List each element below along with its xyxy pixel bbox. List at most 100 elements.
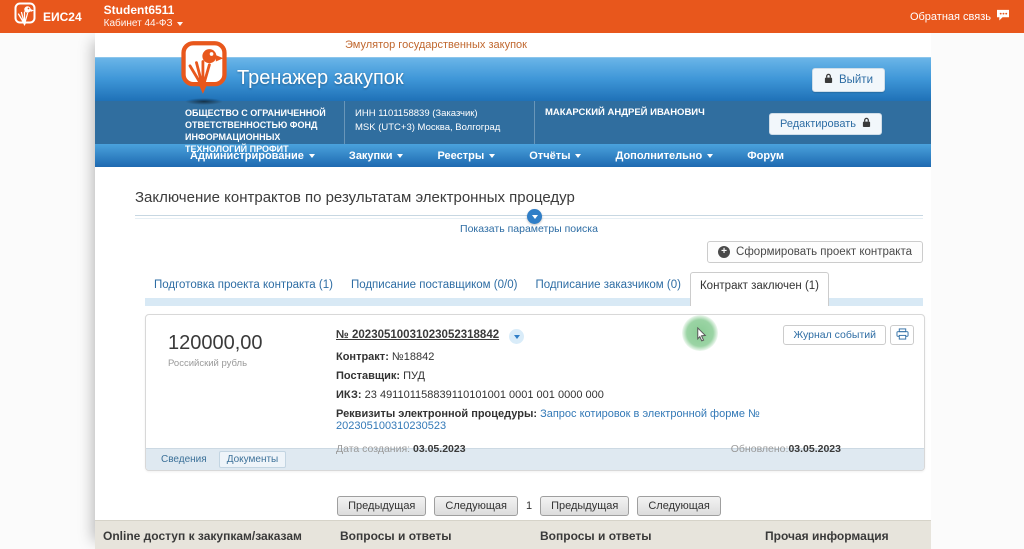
feedback-label: Обратная связь <box>909 10 991 23</box>
nav-item-registries[interactable]: Реестры <box>437 149 496 162</box>
chevron-down-icon <box>308 153 315 158</box>
chevron-down-icon <box>575 153 582 158</box>
org-timezone: MSK (UTC+3) Москва, Волгоград <box>355 122 501 134</box>
created-date: Дата создания: 03.05.2023 <box>336 443 466 455</box>
print-button[interactable] <box>890 325 914 345</box>
user-block: Student6511 Кабинет 44-ФЗ <box>104 3 183 31</box>
show-search-params-link[interactable]: Показать параметры поиска <box>460 223 598 235</box>
cabinet-label: Кабинет 44-ФЗ <box>103 17 173 29</box>
supplier-label: Поставщик: <box>336 370 401 382</box>
chevron-down-icon <box>489 153 496 158</box>
search-divider <box>135 209 923 224</box>
created-label: Дата создания: <box>336 443 411 455</box>
tab-contract-draft[interactable]: Подготовка проекта контракта (1) <box>145 272 342 306</box>
requisites-row: Реквизиты электронной процедуры: Запрос … <box>336 408 841 432</box>
plus-circle-icon: + <box>718 246 731 258</box>
lock-icon <box>862 117 871 131</box>
edit-profile-button[interactable]: Редактировать <box>769 113 882 135</box>
tabs-row: Подготовка проекта контракта (1) Подписа… <box>145 272 829 306</box>
contract-card-body: 120000,00 Российский рубль № 20230510031… <box>146 315 924 455</box>
pagination-prev-button[interactable]: Предыдущая <box>337 496 427 516</box>
ikz-value: 23 491101158839110101001 0001 001 0000 0… <box>364 389 604 401</box>
search-toggle-row: Показать параметры поиска <box>135 223 923 235</box>
pagination: Предыдущая Следующая 1 Предыдущая Следую… <box>135 496 923 516</box>
contract-label: Контракт: <box>336 351 389 363</box>
nav-label: Отчёты <box>529 149 571 162</box>
logout-button[interactable]: Выйти <box>811 68 885 92</box>
main-container: Эмулятор государственных закупок Тренаже… <box>95 33 931 549</box>
updated-value: 03.05.2023 <box>788 443 841 455</box>
contract-number-link[interactable]: № 20230510031023052318842 <box>336 329 499 341</box>
nav-item-additional[interactable]: Дополнительно <box>615 149 714 162</box>
bird-emblem-icon <box>14 2 36 31</box>
app-title: Тренажер закупок <box>237 67 404 89</box>
footer-col-faq-2[interactable]: Вопросы и ответы <box>540 529 651 543</box>
tab-customer-signing[interactable]: Подписание заказчиком (0) <box>526 272 690 306</box>
emulator-label: Эмулятор государственных закупок <box>345 39 527 51</box>
tab-supplier-signing[interactable]: Подписание поставщиком (0/0) <box>342 272 527 306</box>
username[interactable]: Student6511 <box>104 3 183 18</box>
ikz-label: ИКЗ: <box>336 389 362 401</box>
nav-item-forum[interactable]: Форум <box>747 150 784 162</box>
chevron-down-icon <box>513 334 520 339</box>
tab-contract-concluded[interactable]: Контракт заключен (1) <box>689 272 829 306</box>
nav-label: Дополнительно <box>615 149 703 162</box>
chevron-down-icon <box>397 153 404 158</box>
chevron-down-icon <box>707 153 714 158</box>
topbar-left: ЕИС24 Student6511 Кабинет 44-ФЗ <box>14 2 183 31</box>
contract-details: № 20230510031023052318842 Контракт: №188… <box>336 329 841 462</box>
contract-value: №18842 <box>391 351 435 363</box>
user-info: МАКАРСКИЙ АНДРЕЙ ИВАНОВИЧ Редактировать <box>535 101 931 144</box>
search-params-toggle-icon[interactable] <box>527 209 542 224</box>
chevron-down-icon <box>176 22 183 26</box>
create-contract-label: Сформировать проект контракта <box>736 246 912 258</box>
expand-icon[interactable] <box>509 329 525 344</box>
created-value: 03.05.2023 <box>413 443 466 455</box>
lock-icon <box>824 73 833 87</box>
feedback-link[interactable]: Обратная связь <box>910 9 1010 24</box>
nav-item-reports[interactable]: Отчёты <box>529 149 582 162</box>
footer: Online доступ к закупкам/заказам Вопросы… <box>95 520 931 549</box>
status-tabs: Подготовка проекта контракта (1) Подписа… <box>145 272 923 306</box>
footer-col-faq-1[interactable]: Вопросы и ответы <box>340 529 451 543</box>
pagination-next-button-2[interactable]: Следующая <box>637 496 721 516</box>
create-contract-button[interactable]: + Сформировать проект контракта <box>707 241 923 263</box>
nav-item-purchases[interactable]: Закупки <box>349 150 404 162</box>
printer-icon <box>896 327 909 343</box>
contract-card: 120000,00 Российский рубль № 20230510031… <box>145 314 925 471</box>
updated-date: Обновлено:03.05.2023 <box>731 443 841 455</box>
current-page-number: 1 <box>525 500 533 512</box>
create-row: + Сформировать проект контракта <box>135 241 923 263</box>
org-details: ИНН 1101158839 (Заказчик) MSK (UTC+3) Мо… <box>345 101 535 144</box>
content-area: Заключение контрактов по результатам эле… <box>95 189 931 516</box>
footer-col-online-access[interactable]: Online доступ к закупкам/заказам <box>103 529 302 543</box>
page-title: Заключение контрактов по результатам эле… <box>135 189 575 206</box>
pagination-next-button[interactable]: Следующая <box>434 496 518 516</box>
eis24-logo-text: ЕИС24 <box>43 9 82 24</box>
card-actions: Журнал событий <box>783 325 914 345</box>
price-block: 120000,00 Российский рубль <box>168 332 263 369</box>
event-log-button[interactable]: Журнал событий <box>783 325 886 345</box>
eis24-logo[interactable]: ЕИС24 <box>14 2 82 31</box>
edit-label: Редактировать <box>780 118 856 130</box>
chevron-down-icon <box>531 214 538 219</box>
cabinet-selector[interactable]: Кабинет 44-ФЗ <box>104 18 183 31</box>
updated-label: Обновлено: <box>730 443 789 455</box>
contract-currency: Российский рубль <box>168 358 248 369</box>
topbar: ЕИС24 Student6511 Кабинет 44-ФЗ Обратная… <box>0 0 1024 33</box>
nav-label: Реестры <box>437 149 485 162</box>
dates-row: Дата создания: 03.05.2023 Обновлено:03.0… <box>336 443 841 455</box>
speech-bubble-icon <box>996 9 1010 24</box>
footer-col-other-info[interactable]: Прочая информация <box>765 529 889 543</box>
ikz-row: ИКЗ: 23 491101158839110101001 0001 001 0… <box>336 389 841 401</box>
org-inn: ИНН 1101158839 (Заказчик) <box>355 108 478 119</box>
contract-amount: 120000,00 <box>168 332 263 354</box>
card-tab-documents[interactable]: Документы <box>218 451 287 468</box>
pagination-prev-button-2[interactable]: Предыдущая <box>540 496 630 516</box>
logout-label: Выйти <box>838 74 873 86</box>
nav-label: Закупки <box>348 149 393 162</box>
screen: ЕИС24 Student6511 Кабинет 44-ФЗ Обратная… <box>0 0 1024 549</box>
contract-number-row: № 20230510031023052318842 <box>336 329 841 344</box>
org-info-bar: ОБЩЕСТВО С ОГРАНИЧЕННОЙ ОТВЕТСТВЕННОСТЬЮ… <box>95 101 931 154</box>
card-tab-details[interactable]: Сведения <box>154 452 214 467</box>
